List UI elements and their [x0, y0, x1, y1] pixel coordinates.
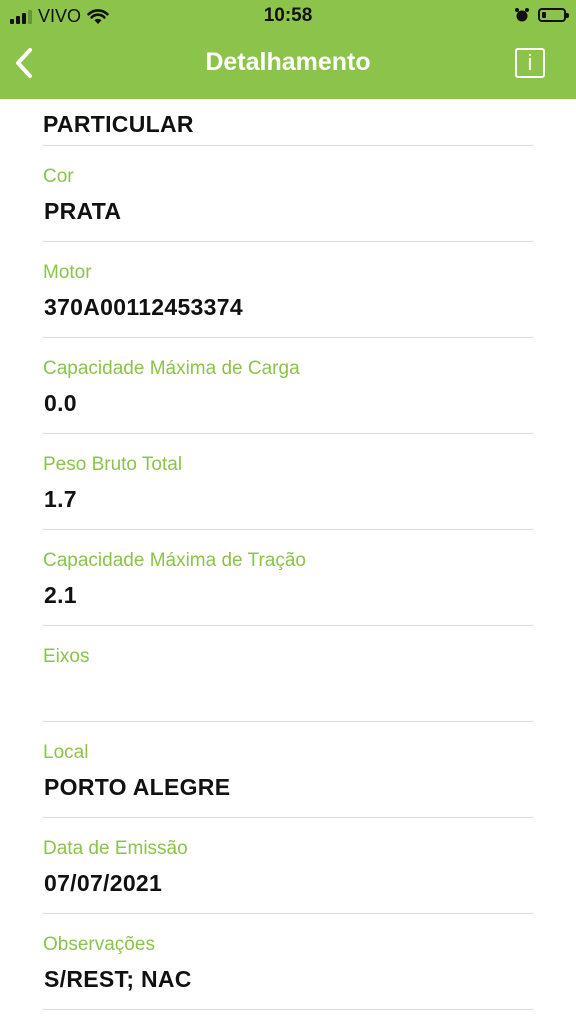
detail-label: Capacidade Máxima de Tração: [43, 550, 306, 571]
detail-value: 0.0: [44, 390, 77, 416]
detail-value: 370A00112453374: [44, 294, 243, 320]
detail-label: Cor: [43, 166, 74, 187]
battery-icon: [538, 8, 569, 22]
detail-value: 2.1: [44, 582, 77, 608]
detail-value: 1.7: [44, 486, 77, 512]
detail-value: PARTICULAR: [43, 111, 194, 137]
detail-label: Eixos: [43, 646, 90, 667]
detail-row-motor: Motor 370A00112453374: [43, 242, 533, 338]
detail-row-eixos: Eixos: [43, 626, 533, 722]
status-time: 10:58: [263, 5, 313, 26]
status-bar: VIVO 10:58: [0, 0, 576, 34]
detail-label: Motor: [43, 262, 92, 283]
detail-row-capacidade-carga: Capacidade Máxima de Carga 0.0: [43, 338, 533, 434]
detail-label: Capacidade Máxima de Carga: [43, 358, 300, 379]
info-button[interactable]: i: [515, 48, 545, 78]
page-title: Detalhamento: [205, 48, 371, 76]
detail-value: 07/07/2021: [44, 870, 163, 896]
detail-row-observacoes: Observações S/REST; NAC: [43, 914, 533, 1010]
detail-value: PORTO ALEGRE: [44, 774, 231, 800]
detail-row-data-emissao: Data de Emissão 07/07/2021: [43, 818, 533, 914]
app-header: VIVO 10:58 Detalhamento i: [0, 0, 576, 99]
detail-label: Observações: [43, 934, 155, 955]
detail-label: Local: [43, 742, 89, 763]
detail-row-local: Local PORTO ALEGRE: [43, 722, 533, 818]
detail-row-category: PARTICULAR: [43, 99, 533, 146]
detail-label: Peso Bruto Total: [43, 454, 183, 475]
detail-label: Data de Emissão: [43, 838, 188, 859]
detail-value: PRATA: [44, 198, 122, 224]
alarm-icon: [515, 8, 529, 22]
detail-row-cor: Cor PRATA: [43, 146, 533, 242]
detail-value: S/REST; NAC: [44, 966, 192, 992]
detail-row-peso-bruto: Peso Bruto Total 1.7: [43, 434, 533, 530]
detail-row-capacidade-tracao: Capacidade Máxima de Tração 2.1: [43, 530, 533, 626]
status-right: [514, 7, 569, 23]
